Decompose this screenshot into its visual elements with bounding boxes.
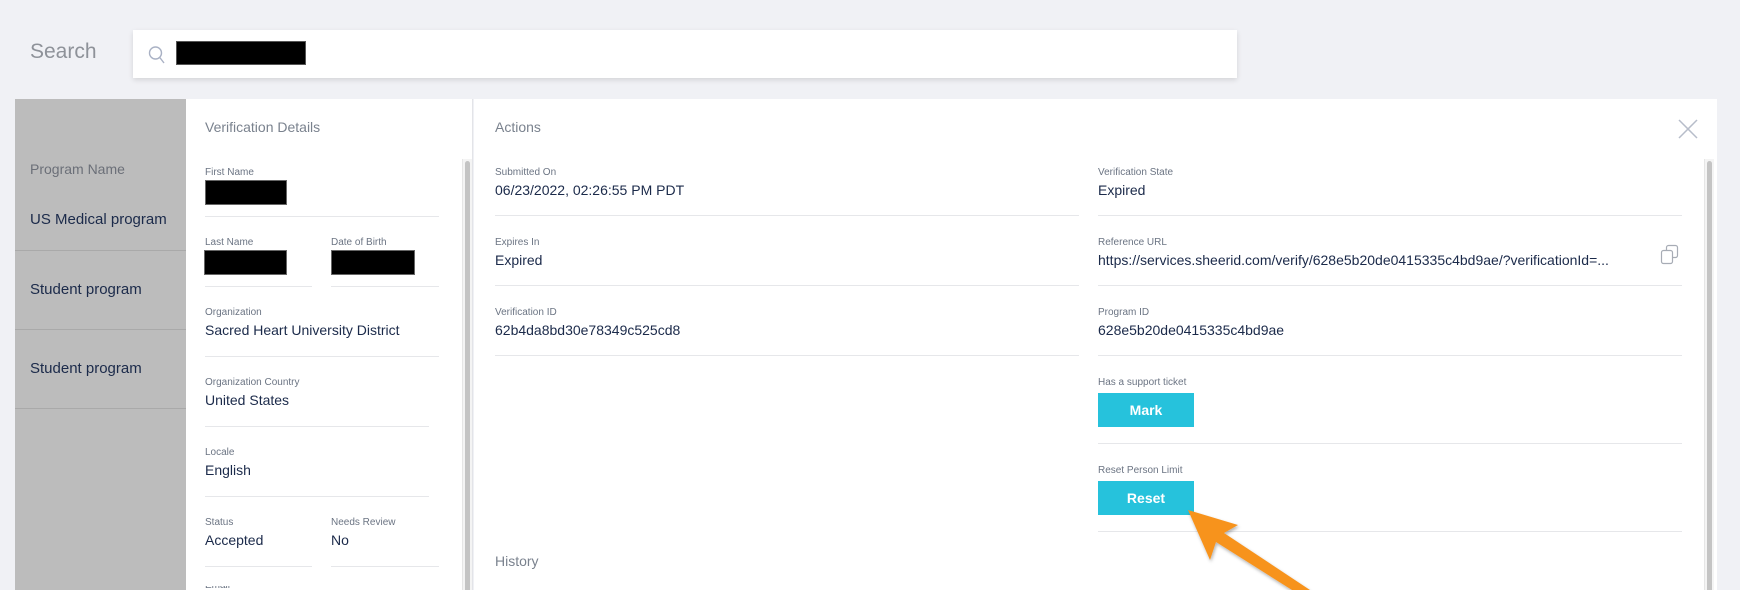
divider xyxy=(205,426,429,427)
verification-state-field: Verification State Expired xyxy=(1098,167,1173,198)
last-name-field: Last Name xyxy=(204,237,287,275)
organization-country-field: Organization Country United States xyxy=(205,377,300,408)
reset-person-limit-field: Reset Person Limit xyxy=(1098,465,1182,476)
field-label: Organization xyxy=(205,307,262,318)
divider xyxy=(1098,215,1682,216)
date-of-birth-field: Date of Birth xyxy=(331,237,415,275)
program-name: US Medical program xyxy=(30,211,167,228)
divider xyxy=(331,286,439,287)
reference-url-value[interactable]: https://services.sheerid.com/verify/628e… xyxy=(1098,252,1609,268)
divider xyxy=(1098,531,1682,532)
search-value-redacted xyxy=(176,41,306,65)
history-title: History xyxy=(495,553,539,569)
divider xyxy=(495,285,1079,286)
scrollbar-thumb[interactable] xyxy=(1707,161,1712,590)
verification-details-panel: Verification Details First Name Last Nam… xyxy=(186,99,473,590)
field-label: Verification ID xyxy=(495,307,557,318)
divider xyxy=(205,356,439,357)
field-value: 62b4da8bd30e78349c525cd8 xyxy=(495,322,681,338)
last-name-redacted xyxy=(204,250,287,275)
program-name: Student program xyxy=(30,281,142,298)
program-id-field: Program ID 628e5b20de0415335c4bd9ae xyxy=(1098,307,1284,338)
first-name-redacted xyxy=(205,180,287,205)
field-label: First Name xyxy=(205,167,254,178)
field-label: Locale xyxy=(205,447,235,458)
copy-icon[interactable] xyxy=(1660,244,1680,266)
field-label: Expires In xyxy=(495,237,540,248)
program-list-item[interactable]: Student program xyxy=(15,330,186,409)
divider xyxy=(205,566,312,567)
verification-id-field: Verification ID 62b4da8bd30e78349c525cd8 xyxy=(495,307,680,338)
field-label: Last Name xyxy=(205,237,254,248)
field-value: 06/23/2022, 02:26:55 PM PDT xyxy=(495,182,685,198)
program-list-item[interactable]: US Medical program xyxy=(15,99,186,251)
divider xyxy=(205,496,429,497)
field-label: Has a support ticket xyxy=(1098,377,1187,388)
divider xyxy=(495,215,1079,216)
divider xyxy=(495,355,1079,356)
organization-field: Organization Sacred Heart University Dis… xyxy=(205,307,400,338)
details-scrollbar[interactable] xyxy=(462,159,472,590)
expires-in-field: Expires In Expired xyxy=(495,237,542,268)
field-value: English xyxy=(205,462,251,478)
field-label: Reference URL xyxy=(1098,237,1167,248)
reference-url-field: Reference URL https://services.sheerid.c… xyxy=(1098,237,1609,268)
divider xyxy=(1098,355,1682,356)
scrollbar-thumb[interactable] xyxy=(465,161,470,590)
verification-details-title: Verification Details xyxy=(205,119,321,135)
email-field: Email xyxy=(205,586,230,590)
divider xyxy=(331,566,439,567)
search-label: Search xyxy=(30,40,97,63)
date-of-birth-redacted xyxy=(331,250,415,275)
locale-field: Locale English xyxy=(205,447,251,478)
divider xyxy=(205,216,439,217)
field-label: Submitted On xyxy=(495,167,557,178)
needs-review-field: Needs Review No xyxy=(331,517,395,548)
divider xyxy=(1098,443,1682,444)
program-list: Program Name US Medical program Student … xyxy=(15,99,186,590)
program-list-item[interactable]: Student program xyxy=(15,251,186,330)
program-name: Student program xyxy=(30,360,142,377)
submitted-on-field: Submitted On 06/23/2022, 02:26:55 PM PDT xyxy=(495,167,684,198)
field-value: No xyxy=(331,532,349,548)
field-label: Needs Review xyxy=(331,517,396,528)
search-icon xyxy=(147,44,167,66)
actions-title: Actions xyxy=(495,119,541,135)
field-label: Date of Birth xyxy=(331,237,387,248)
divider xyxy=(205,286,312,287)
divider xyxy=(1098,285,1682,286)
field-value: United States xyxy=(205,392,290,408)
field-label: Organization Country xyxy=(205,377,300,388)
field-value: Expired xyxy=(1098,182,1146,198)
field-value: 628e5b20de0415335c4bd9ae xyxy=(1098,322,1285,338)
field-label: Program ID xyxy=(1098,307,1150,318)
field-label: Reset Person Limit xyxy=(1098,465,1183,476)
status-field: Status Accepted xyxy=(205,517,263,548)
field-value: Sacred Heart University District xyxy=(205,322,400,338)
field-value: Accepted xyxy=(205,532,264,548)
close-icon[interactable] xyxy=(1677,118,1699,140)
actions-scrollbar[interactable] xyxy=(1704,159,1714,590)
reset-button[interactable]: Reset xyxy=(1098,481,1194,515)
field-label: Verification State xyxy=(1098,167,1174,178)
actions-panel: Actions Submitted On 06/23/2022, 02:26:5… xyxy=(474,99,1717,590)
mark-button[interactable]: Mark xyxy=(1098,393,1194,427)
first-name-field: First Name xyxy=(205,167,287,205)
field-label: Status xyxy=(205,517,234,528)
field-value: Expired xyxy=(495,252,543,268)
support-ticket-field: Has a support ticket xyxy=(1098,377,1186,388)
search-input[interactable] xyxy=(133,30,1237,78)
field-label: Email xyxy=(205,586,230,590)
